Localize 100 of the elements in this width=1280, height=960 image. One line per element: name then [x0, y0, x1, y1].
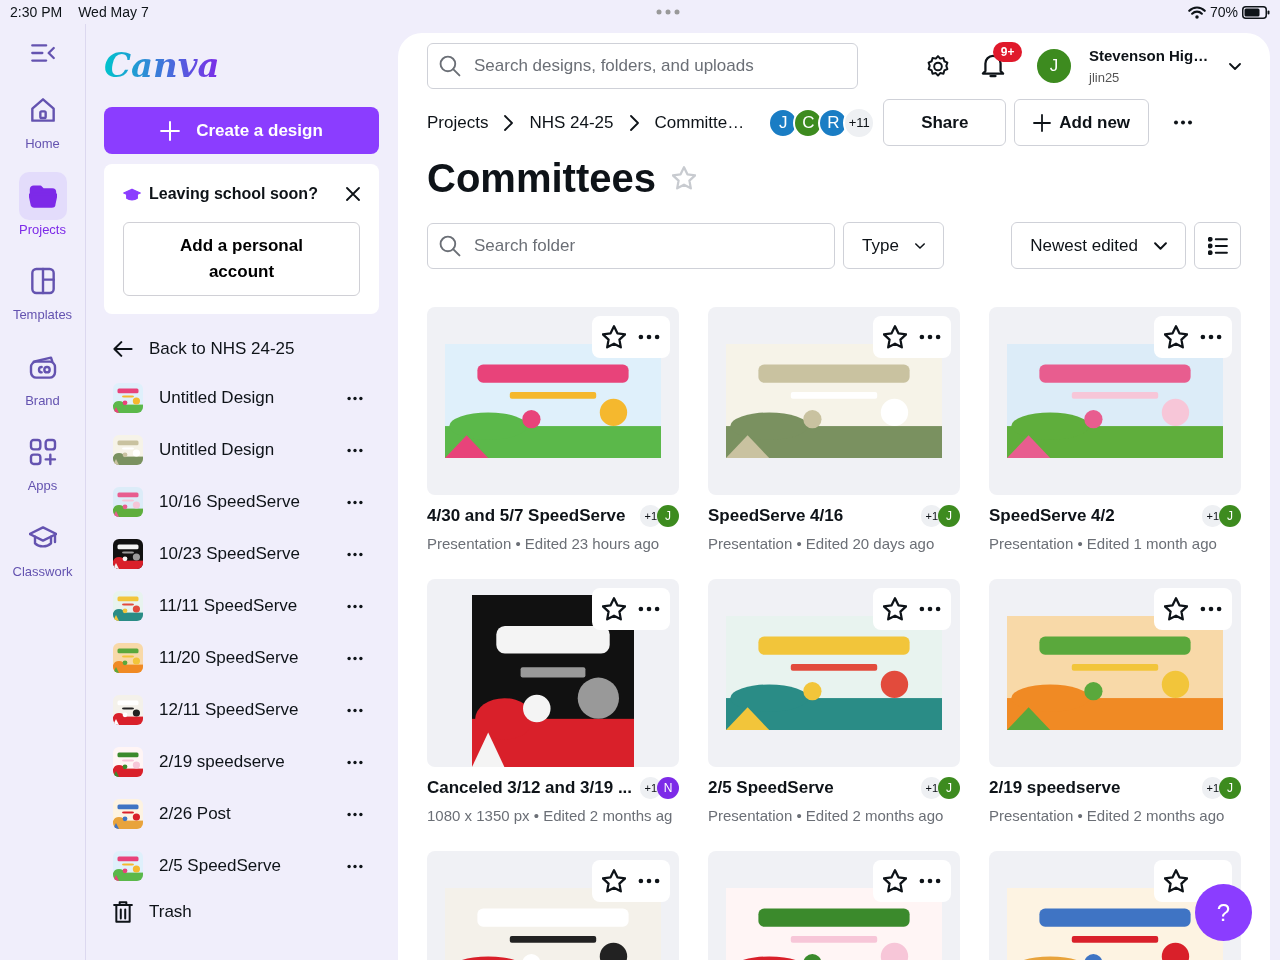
star-button[interactable]	[602, 869, 626, 893]
more-button[interactable]	[919, 606, 941, 612]
star-button[interactable]	[602, 597, 626, 621]
item-name: 10/16 SpeedServe	[159, 491, 301, 514]
list-view-button[interactable]	[1194, 222, 1241, 269]
design-thumbnail[interactable]	[989, 307, 1241, 495]
design-title[interactable]: 2/19 speedserve	[989, 775, 1203, 801]
more-button[interactable]	[1173, 120, 1194, 125]
design-thumbnail[interactable]	[427, 307, 679, 495]
sidebar-item[interactable]: 11/20 SpeedServe	[104, 632, 379, 684]
more-button[interactable]	[347, 655, 363, 661]
star-icon	[1164, 597, 1188, 621]
apps-icon	[28, 438, 57, 466]
star-button[interactable]	[883, 597, 907, 621]
more-icon	[347, 707, 363, 713]
design-title[interactable]: 4/30 and 5/7 SpeedServe	[427, 503, 641, 529]
item-name: 11/11 SpeedServe	[159, 595, 299, 618]
more-button[interactable]	[347, 447, 363, 453]
star-button[interactable]	[602, 325, 626, 349]
more-button[interactable]	[347, 499, 363, 505]
search-icon	[439, 234, 461, 257]
more-icon	[347, 603, 363, 609]
rail-nav-item[interactable]: Classwork	[0, 513, 86, 581]
design-thumbnail[interactable]	[708, 307, 960, 495]
design-title[interactable]: SpeedServe 4/16	[708, 503, 922, 529]
settings-button[interactable]	[926, 54, 950, 78]
more-button[interactable]	[638, 334, 660, 340]
sidebar-item[interactable]: 12/11 SpeedServe	[104, 684, 379, 736]
notifications-button[interactable]	[981, 54, 1005, 78]
more-button[interactable]	[638, 878, 660, 884]
rail-nav-item[interactable]: Brand	[0, 342, 86, 410]
design-title[interactable]: Canceled 3/12 and 3/19 ...	[427, 775, 641, 801]
more-button[interactable]	[347, 395, 363, 401]
share-button[interactable]: Share	[883, 99, 1007, 146]
account-menu-button[interactable]	[1229, 62, 1241, 70]
sort-dropdown[interactable]: Newest edited	[1011, 222, 1186, 269]
more-icon	[919, 878, 941, 884]
item-name: 2/5 SpeedServe	[159, 855, 282, 878]
multitask-dots-icon[interactable]	[655, 9, 682, 15]
list-view-icon	[1207, 236, 1228, 255]
more-button[interactable]	[1200, 606, 1222, 612]
rail-nav-item[interactable]: Apps	[0, 428, 86, 496]
close-button[interactable]	[346, 187, 360, 201]
sidebar-item[interactable]: 11/11 SpeedServe	[104, 580, 379, 632]
trash-link[interactable]: Trash	[104, 892, 379, 932]
promo-title: Leaving school soon?	[149, 184, 319, 204]
star-button[interactable]	[1164, 869, 1188, 893]
shared-count: +1	[640, 776, 661, 799]
sidebar-item[interactable]: 2/5 SpeedServe	[104, 840, 379, 892]
more-button[interactable]	[347, 551, 363, 557]
star-icon	[1164, 869, 1188, 893]
more-button[interactable]	[919, 334, 941, 340]
create-design-button[interactable]: Create a design	[104, 107, 379, 154]
home-icon	[28, 96, 57, 124]
chevron-down-icon	[914, 242, 925, 249]
add-new-button[interactable]: Add new	[1014, 99, 1150, 146]
star-button[interactable]	[883, 325, 907, 349]
search-field[interactable]: Search designs, folders, and uploads	[427, 43, 858, 89]
design-title[interactable]: 2/5 SpeedServe	[708, 775, 922, 801]
search-icon	[439, 55, 461, 77]
back-link[interactable]: Back to NHS 24-25	[113, 334, 379, 364]
star-button[interactable]	[1164, 325, 1188, 349]
folder-search-field[interactable]: Search folder	[427, 222, 835, 269]
sidebar-item[interactable]: 10/16 SpeedServe	[104, 476, 379, 528]
sidebar-item[interactable]: 10/23 SpeedServe	[104, 528, 379, 580]
design-meta: Presentation • Edited 2 months ago	[708, 805, 945, 826]
star-button[interactable]	[1164, 597, 1188, 621]
item-name: 10/23 SpeedServe	[159, 543, 301, 566]
more-button[interactable]	[638, 606, 660, 612]
shared-count: +1	[921, 776, 942, 799]
breadcrumb-link[interactable]: NHS 24-25	[529, 109, 614, 136]
sidebar-item[interactable]: Untitled Design	[104, 372, 379, 424]
sidebar-item[interactable]: 2/26 Post	[104, 788, 379, 840]
more-button[interactable]	[347, 863, 363, 869]
star-button[interactable]	[883, 869, 907, 893]
chevron-right-icon	[629, 114, 639, 131]
wifi-icon	[1187, 5, 1206, 19]
more-button[interactable]	[347, 811, 363, 817]
design-thumbnail[interactable]	[989, 579, 1241, 767]
design-title[interactable]: SpeedServe 4/2	[989, 503, 1203, 529]
more-button[interactable]	[347, 603, 363, 609]
rail-nav-item[interactable]: Home	[0, 86, 86, 154]
design-thumbnail[interactable]	[427, 579, 679, 767]
breadcrumb-link[interactable]: Committe…	[654, 109, 745, 136]
more-button[interactable]	[347, 759, 363, 765]
sidebar-item[interactable]: 2/19 speedserve	[104, 736, 379, 788]
breadcrumb-link[interactable]: Projects	[427, 109, 489, 136]
design-meta: Presentation • Edited 23 hours ago	[427, 533, 661, 554]
user-avatar[interactable]: J	[1035, 47, 1073, 85]
more-icon	[347, 447, 363, 453]
design-thumbnail[interactable]	[708, 579, 960, 767]
more-button[interactable]	[347, 707, 363, 713]
more-button[interactable]	[919, 878, 941, 884]
more-button[interactable]	[1200, 334, 1222, 340]
add-account-button[interactable]: Add a personal account	[123, 222, 360, 296]
rail-nav-item[interactable]: Projects	[0, 171, 86, 239]
more-icon	[347, 551, 363, 557]
rail-nav-item[interactable]: Templates	[0, 257, 86, 325]
type-filter[interactable]: Type	[843, 222, 944, 269]
sidebar-item[interactable]: Untitled Design	[104, 424, 379, 476]
